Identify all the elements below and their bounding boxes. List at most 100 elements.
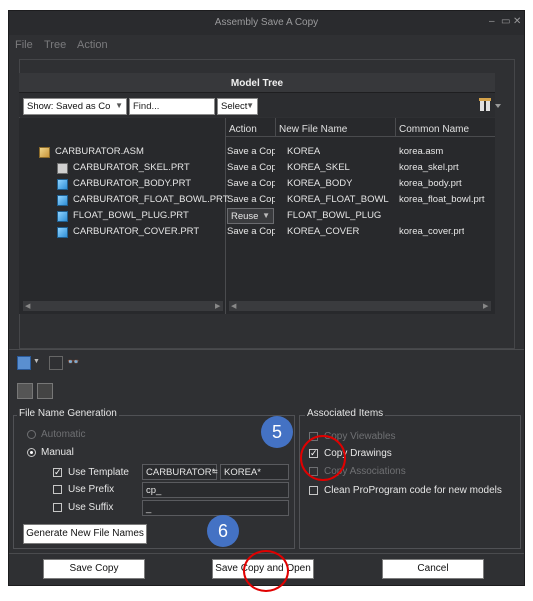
close-icon[interactable]: ✕ bbox=[513, 16, 521, 27]
glasses-icon[interactable]: 👓 bbox=[67, 357, 79, 368]
cancel-button[interactable]: Cancel bbox=[382, 559, 484, 579]
model-tree-grid: Action New File Name Common Name CARBURA… bbox=[19, 118, 495, 314]
template-from-value: CARBURATOR* bbox=[146, 467, 216, 478]
tree-row[interactable]: CARBURATOR_COVER.PRT Save a Copy KOREA_C… bbox=[19, 225, 495, 240]
use-suffix-label: Use Suffix bbox=[68, 502, 114, 513]
associated-items-legend: Associated Items bbox=[305, 408, 386, 419]
use-template-checkbox[interactable]: ✓ bbox=[53, 468, 62, 477]
tree-row-action[interactable]: Save a Copy bbox=[227, 178, 275, 189]
select-dropdown[interactable]: Select ▼ bbox=[217, 98, 258, 115]
save-copy-and-open-highlight-ring bbox=[243, 550, 289, 592]
menu-action[interactable]: Action bbox=[77, 39, 108, 51]
tree-row-new-name[interactable]: KOREA_COVER bbox=[287, 226, 359, 237]
tree-settings-icon[interactable] bbox=[479, 97, 503, 113]
tree-row-common-name[interactable]: korea_body.prt bbox=[399, 178, 462, 189]
filter-icon[interactable] bbox=[49, 356, 63, 370]
use-prefix-checkbox[interactable] bbox=[53, 485, 62, 494]
generate-new-file-names-button[interactable]: Generate New File Names bbox=[23, 524, 147, 544]
show-filter-select[interactable]: Show: Saved as Co ▼ bbox=[23, 98, 127, 115]
menu-file[interactable]: File bbox=[15, 39, 33, 51]
tree-row[interactable]: CARBURATOR_BODY.PRT Save a Copy KOREA_BO… bbox=[19, 177, 495, 192]
find-input[interactable]: Find... bbox=[129, 98, 215, 115]
tree-row-name: CARBURATOR.ASM bbox=[55, 146, 144, 157]
template-to-value: KOREA* bbox=[224, 467, 261, 478]
tree-row-common-name[interactable]: korea_skel.prt bbox=[399, 162, 459, 173]
column-header-new-file-name[interactable]: New File Name bbox=[279, 124, 347, 135]
tree-row[interactable]: CARBURATOR.ASM Save a Copy KOREA korea.a… bbox=[19, 145, 495, 160]
prefix-value: cp_ bbox=[146, 485, 162, 496]
copy-drawings-highlight-ring bbox=[300, 435, 346, 481]
manual-label: Manual bbox=[41, 447, 74, 458]
tree-row[interactable]: FLOAT_BOWL_PLUG.PRT Reuse ▼ FLOAT_BOWL_P… bbox=[19, 208, 495, 224]
scroll-left-icon[interactable]: ◀ bbox=[231, 302, 236, 310]
assembly-icon bbox=[39, 147, 50, 158]
tree-row-new-name[interactable]: KOREA_SKEL bbox=[287, 162, 350, 173]
part-icon bbox=[57, 195, 68, 206]
tree-row-name: CARBURATOR_BODY.PRT bbox=[73, 178, 192, 189]
select-label: Select bbox=[221, 101, 248, 112]
show-filter-value: Show: Saved as Co bbox=[27, 101, 111, 112]
chevron-down-icon: ▼ bbox=[262, 211, 270, 220]
menu-tree[interactable]: Tree bbox=[44, 39, 66, 51]
tree-row-new-name[interactable]: KOREA_FLOAT_BOWL bbox=[287, 194, 389, 205]
use-prefix-label: Use Prefix bbox=[68, 484, 115, 495]
column-header-action[interactable]: Action bbox=[229, 124, 257, 135]
model-tree-title: Model Tree bbox=[230, 78, 284, 89]
tree-row-name: FLOAT_BOWL_PLUG.PRT bbox=[73, 210, 189, 221]
clean-proprogram-checkbox[interactable] bbox=[309, 486, 318, 495]
section-divider bbox=[9, 349, 524, 350]
tree-row[interactable]: CARBURATOR_FLOAT_BOWL.PRT Save a Copy KO… bbox=[19, 193, 495, 208]
save-copy-button[interactable]: Save Copy bbox=[43, 559, 145, 579]
tree-row-action[interactable]: Save a Copy bbox=[227, 146, 275, 157]
tree-row-name: CARBURATOR_SKEL.PRT bbox=[73, 162, 190, 173]
menu-bar: File Tree Action bbox=[9, 35, 524, 53]
model-tree-header: Model Tree bbox=[19, 73, 495, 93]
tree-row-common-name[interactable]: korea.asm bbox=[399, 146, 443, 157]
right-horizontal-scrollbar[interactable] bbox=[229, 301, 491, 311]
tree-row[interactable]: CARBURATOR_SKEL.PRT Save a Copy KOREA_SK… bbox=[19, 161, 495, 176]
column-divider bbox=[275, 118, 276, 136]
tree-row-action[interactable]: Save a Copy bbox=[227, 194, 275, 205]
use-template-label: Use Template bbox=[68, 467, 129, 478]
action-reuse-select[interactable]: Reuse ▼ bbox=[227, 208, 274, 224]
scroll-right-icon[interactable]: ▶ bbox=[483, 302, 488, 310]
tree-row-name: CARBURATOR_COVER.PRT bbox=[73, 226, 200, 237]
grid-view-icon[interactable] bbox=[17, 383, 33, 399]
automatic-radio[interactable] bbox=[27, 430, 36, 439]
file-name-generation-legend: File Name Generation bbox=[17, 408, 119, 419]
tree-row-new-name[interactable]: KOREA_BODY bbox=[287, 178, 352, 189]
column-header-common-name[interactable]: Common Name bbox=[399, 124, 469, 135]
part-icon bbox=[57, 211, 68, 222]
use-suffix-checkbox[interactable] bbox=[53, 503, 62, 512]
tree-row-common-name[interactable]: korea_float_bowl.prt bbox=[399, 194, 485, 205]
tree-row-common-name[interactable]: korea_cover.prt bbox=[399, 226, 464, 237]
suffix-field[interactable]: _ bbox=[142, 500, 289, 516]
template-to-field[interactable]: KOREA* bbox=[220, 464, 289, 480]
tree-row-action[interactable]: Save a Copy bbox=[227, 162, 275, 173]
tree-row-new-name[interactable]: KOREA bbox=[287, 146, 320, 157]
skeleton-icon bbox=[57, 163, 68, 174]
assembly-save-a-copy-dialog: Assembly Save A Copy – ▭ ✕ File Tree Act… bbox=[8, 10, 525, 586]
minimize-icon[interactable]: – bbox=[489, 16, 495, 27]
manual-radio[interactable] bbox=[27, 448, 36, 457]
tree-row-new-name[interactable]: FLOAT_BOWL_PLUG bbox=[287, 210, 381, 221]
model-tree-toolbar: Show: Saved as Co ▼ Find... Select ▼ bbox=[19, 93, 501, 117]
chevron-down-icon[interactable]: ▼ bbox=[33, 358, 40, 365]
step-6-marker: 6 bbox=[207, 515, 239, 547]
left-horizontal-scrollbar[interactable] bbox=[23, 301, 223, 311]
header-divider bbox=[225, 136, 495, 137]
tree-row-action[interactable]: Save a Copy bbox=[227, 226, 275, 237]
step-5-marker: 5 bbox=[261, 416, 293, 448]
find-placeholder: Find... bbox=[133, 101, 160, 112]
restore-icon[interactable]: ▭ bbox=[501, 16, 510, 27]
list-view-icon[interactable] bbox=[37, 383, 53, 399]
prefix-field[interactable]: cp_ bbox=[142, 482, 289, 498]
part-icon bbox=[57, 227, 68, 238]
part-icon bbox=[57, 179, 68, 190]
clean-proprogram-label: Clean ProProgram code for new models bbox=[324, 485, 502, 496]
tree-view-icon[interactable] bbox=[17, 356, 31, 370]
title-bar: Assembly Save A Copy – ▭ ✕ bbox=[9, 11, 524, 35]
scroll-right-icon[interactable]: ▶ bbox=[215, 302, 220, 310]
scroll-left-icon[interactable]: ◀ bbox=[25, 302, 30, 310]
template-from-field[interactable]: CARBURATOR* bbox=[142, 464, 217, 480]
